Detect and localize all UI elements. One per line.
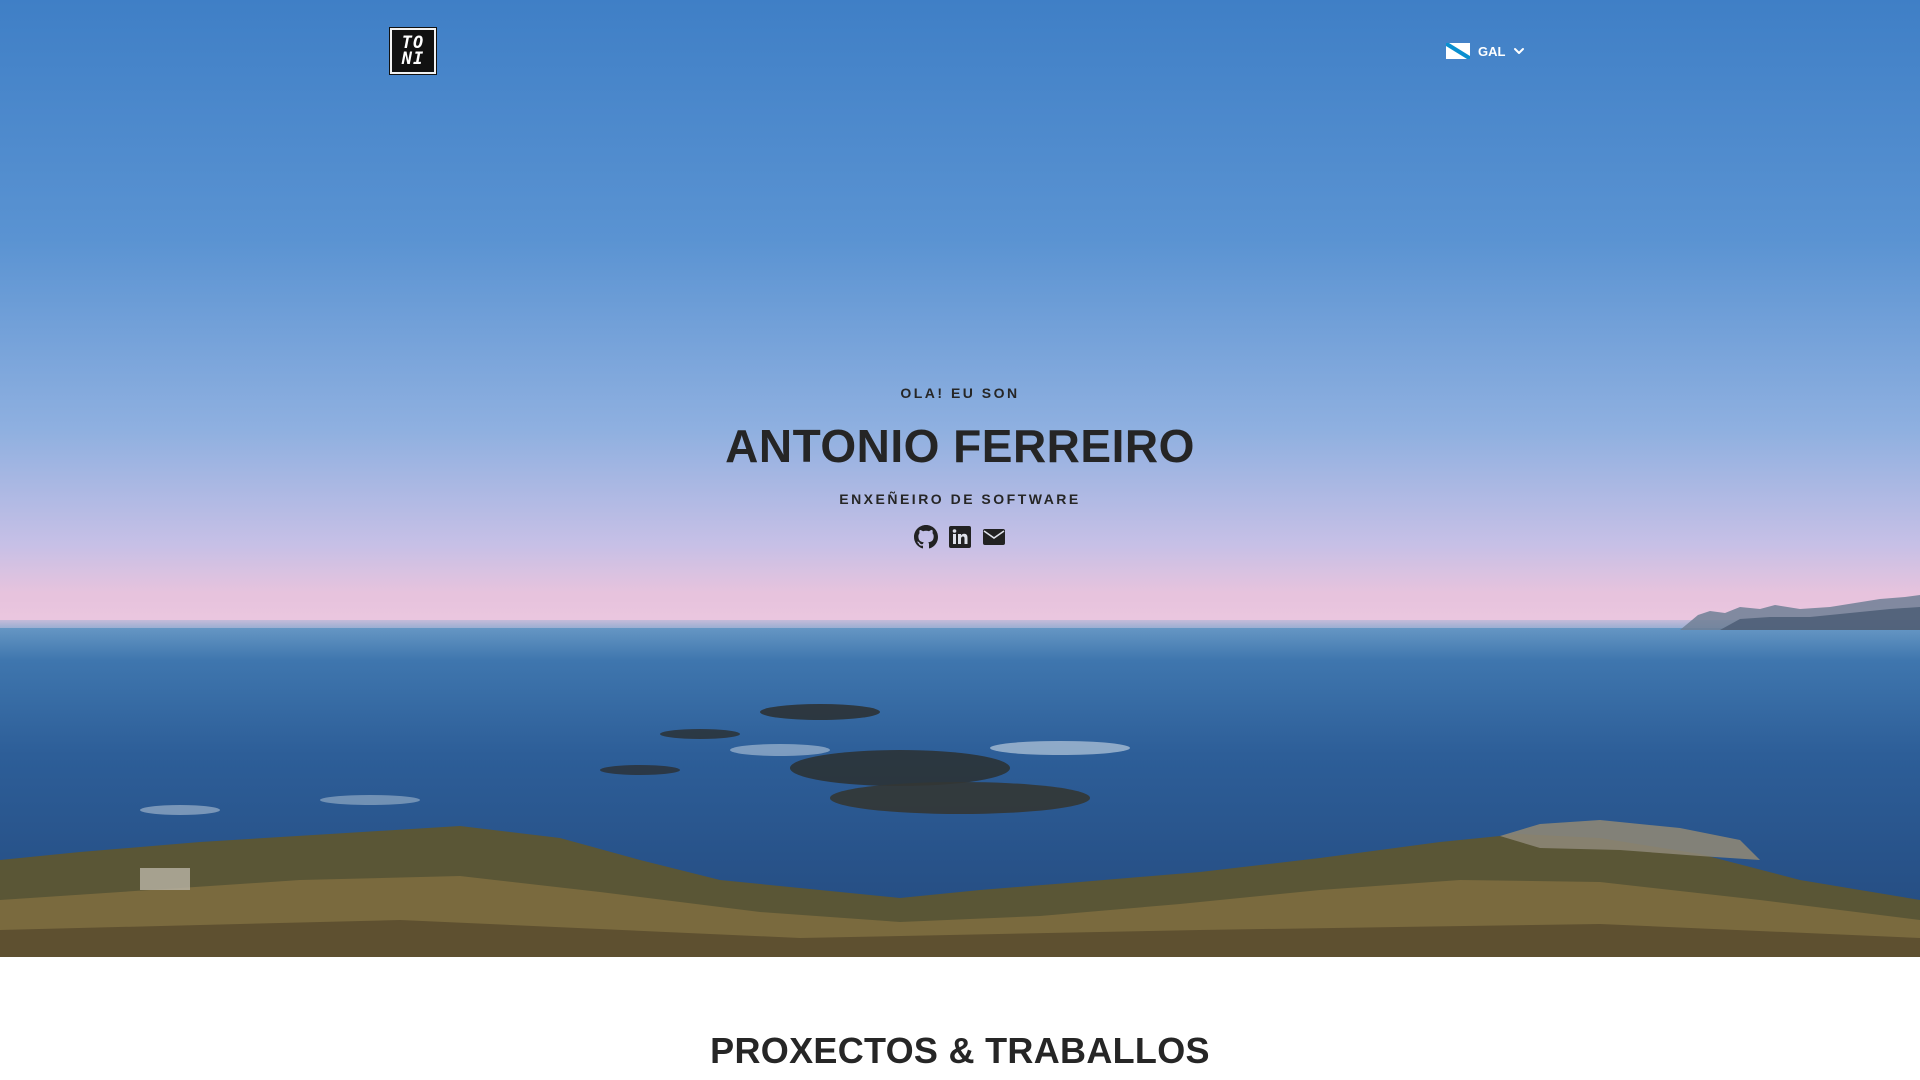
hero-name: ANTONIO FERREIRO bbox=[725, 420, 1195, 472]
horizon-glow bbox=[0, 600, 1920, 628]
rocks-image bbox=[140, 704, 1130, 815]
far-island-image bbox=[1680, 595, 1920, 630]
linkedin-icon bbox=[949, 526, 971, 548]
github-link[interactable] bbox=[914, 525, 938, 549]
galicia-flag-icon bbox=[1446, 43, 1470, 59]
email-link[interactable] bbox=[982, 525, 1006, 549]
language-code: GAL bbox=[1478, 43, 1506, 59]
language-selector[interactable]: GAL bbox=[1446, 40, 1525, 62]
coastline-image bbox=[0, 820, 1920, 957]
linkedin-link[interactable] bbox=[948, 525, 972, 549]
greeting-text: OLA! EU SON bbox=[900, 385, 1020, 401]
chevron-down-icon bbox=[1514, 48, 1525, 54]
github-icon bbox=[914, 525, 938, 549]
envelope-icon bbox=[983, 529, 1005, 545]
hero-role: ENXEÑEIRO DE SOFTWARE bbox=[839, 491, 1081, 507]
site-logo[interactable]: TO NI bbox=[389, 27, 437, 75]
hero-intro: OLA! EU SON ANTONIO FERREIRO ENXEÑEIRO D… bbox=[0, 385, 1920, 549]
logo-line-2: NI bbox=[401, 49, 425, 69]
projects-section-title: PROXECTOS & TRABALLOS bbox=[710, 1030, 1210, 1071]
social-links bbox=[0, 525, 1920, 549]
